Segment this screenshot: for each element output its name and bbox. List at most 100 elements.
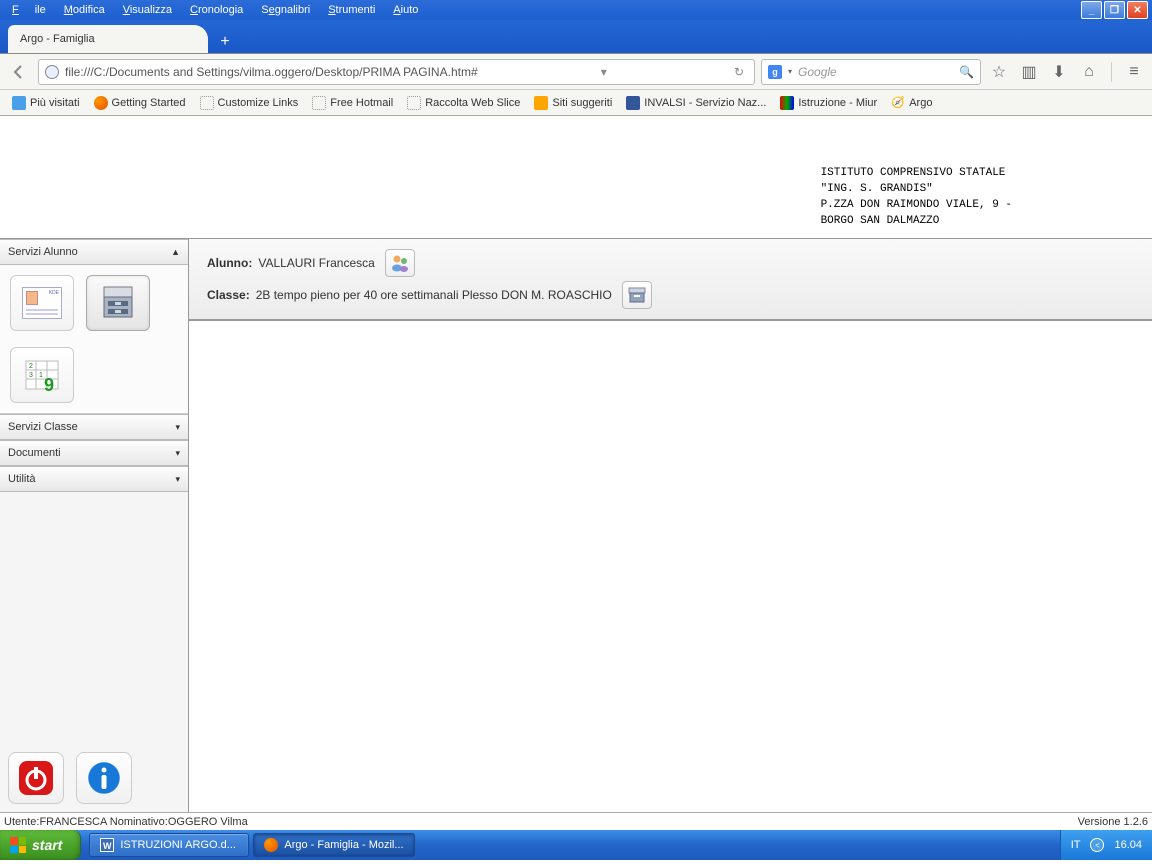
tray-language[interactable]: IT [1071, 839, 1081, 851]
tile-archivio[interactable] [86, 275, 150, 331]
svg-text:1: 1 [39, 372, 43, 379]
menu-view[interactable]: Visualizza [115, 2, 180, 18]
search-engine-dropdown-icon[interactable]: ▾ [788, 67, 792, 76]
info-icon [85, 759, 123, 797]
svg-text:9: 9 [44, 375, 54, 395]
logout-button[interactable] [8, 752, 64, 804]
school-line4: BORGO SAN DALMAZZO [821, 214, 1012, 230]
bookmark-star-icon[interactable]: ☆ [987, 60, 1011, 84]
school-info: ISTITUTO COMPRENSIVO STATALE "ING. S. GR… [821, 166, 1012, 230]
url-bar[interactable]: file:///C:/Documents and Settings/vilma.… [38, 59, 755, 85]
menu-hamburger-icon[interactable]: ≡ [1122, 60, 1146, 84]
menu-bookmarks[interactable]: Segnalibri [253, 2, 318, 18]
bookmark-most-visited[interactable]: Più visitati [6, 94, 86, 112]
back-button[interactable] [6, 59, 32, 85]
home-icon[interactable]: ⌂ [1077, 60, 1101, 84]
label-classe: Classe: [207, 288, 250, 302]
system-tray: IT < 16.04 [1060, 830, 1152, 860]
windows-taskbar: start W ISTRUZIONI ARGO.d... Argo - Fami… [0, 830, 1152, 860]
svg-text:2: 2 [29, 363, 33, 370]
sidebar-section-alunno[interactable]: Servizi Alunno▲ [0, 239, 188, 265]
page-content: ISTITUTO COMPRENSIVO STATALE "ING. S. GR… [0, 116, 1152, 830]
google-search-icon: g [768, 65, 782, 79]
suggested-icon [534, 96, 548, 110]
taskbar-item-firefox[interactable]: Argo - Famiglia - Mozil... [253, 833, 414, 857]
site-icon [626, 96, 640, 110]
downloads-icon[interactable]: ⬇ [1047, 60, 1071, 84]
sidebar-section-utilita[interactable]: Utilità▾ [0, 466, 188, 492]
separator [1111, 62, 1112, 82]
library-icon[interactable]: ▥ [1017, 60, 1041, 84]
navigation-toolbar: file:///C:/Documents and Settings/vilma.… [0, 54, 1152, 90]
row-classe: Classe: 2B tempo pieno per 40 ore settim… [207, 279, 1134, 311]
browser-tab[interactable]: Argo - Famiglia [8, 25, 208, 53]
change-student-button[interactable] [385, 249, 415, 277]
school-line3: P.ZZA DON RAIMONDO VIALE, 9 - [821, 198, 1012, 214]
bookmark-webslice[interactable]: Raccolta Web Slice [401, 94, 526, 112]
firefox-icon [264, 838, 278, 852]
bookmark-argo[interactable]: 🧭Argo [885, 94, 938, 112]
bookmarks-toolbar: Più visitati Getting Started Customize L… [0, 90, 1152, 116]
search-go-icon[interactable]: 🔍 [959, 65, 974, 79]
bookmark-getting-started[interactable]: Getting Started [88, 94, 192, 112]
page-icon [312, 96, 326, 110]
start-button[interactable]: start [0, 830, 81, 860]
menu-help[interactable]: Aiuto [385, 2, 426, 18]
page-header: ISTITUTO COMPRENSIVO STATALE "ING. S. GR… [0, 116, 1152, 238]
tray-clock[interactable]: 16.04 [1114, 839, 1142, 851]
sidebar-bottom-buttons [0, 744, 188, 812]
school-line1: ISTITUTO COMPRENSIVO STATALE [821, 166, 1012, 182]
sidebar-section-alunno-content: KDE [0, 265, 188, 414]
tab-strip: Argo - Famiglia + [0, 20, 1152, 54]
search-bar[interactable]: g ▾ Google 🔍 [761, 59, 981, 85]
page-icon [200, 96, 214, 110]
power-icon [17, 759, 55, 797]
taskbar-item-word[interactable]: W ISTRUZIONI ARGO.d... [89, 833, 249, 857]
tray-expand-icon[interactable]: < [1090, 838, 1104, 852]
bookmark-siti-suggeriti[interactable]: Siti suggeriti [528, 94, 618, 112]
url-text: file:///C:/Documents and Settings/vilma.… [65, 65, 478, 79]
tile-voti[interactable]: 2 3 1 9 [10, 347, 74, 403]
menu-history[interactable]: Cronologia [182, 2, 251, 18]
menu-tools[interactable]: Strumenti [320, 2, 383, 18]
tile-anagrafica[interactable]: KDE [10, 275, 74, 331]
expand-down-icon: ▾ [175, 422, 180, 433]
label-alunno: Alunno: [207, 256, 252, 270]
menu-file[interactable]: File [4, 2, 54, 18]
reload-icon[interactable]: ↻ [730, 65, 748, 79]
bookmark-free-hotmail[interactable]: Free Hotmail [306, 94, 399, 112]
info-button[interactable] [76, 752, 132, 804]
svg-text:W: W [103, 841, 112, 851]
app-status-bar: Utente:FRANCESCA Nominativo:OGGERO Vilma… [0, 812, 1152, 830]
id-card-icon: KDE [22, 287, 62, 319]
status-user: Utente:FRANCESCA Nominativo:OGGERO Vilma [4, 816, 248, 828]
search-placeholder: Google [798, 65, 837, 79]
stop-reload-dropdown-icon[interactable]: ▾ [597, 65, 611, 79]
argo-icon: 🧭 [891, 96, 905, 110]
sidebar-section-classe[interactable]: Servizi Classe▾ [0, 414, 188, 440]
maximize-button[interactable]: ❐ [1104, 1, 1125, 19]
firefox-icon [94, 96, 108, 110]
site-icon [780, 96, 794, 110]
new-tab-button[interactable]: + [212, 31, 238, 53]
file-cabinet-icon [98, 283, 138, 323]
bookmark-istruzione[interactable]: Istruzione - Miur [774, 94, 883, 112]
minimize-button[interactable]: _ [1081, 1, 1102, 19]
sidebar-section-documenti[interactable]: Documenti▾ [0, 440, 188, 466]
menu-edit[interactable]: Modifica [56, 2, 113, 18]
people-icon [389, 252, 411, 274]
folder-icon [12, 96, 26, 110]
value-classe: 2B tempo pieno per 40 ore settimanali Pl… [256, 288, 612, 302]
window-controls: _ ❐ ✕ [1081, 1, 1148, 19]
sidebar: Servizi Alunno▲ KDE [0, 239, 189, 812]
bookmark-customize-links[interactable]: Customize Links [194, 94, 305, 112]
back-icon [10, 63, 28, 81]
grades-grid-icon: 2 3 1 9 [22, 355, 62, 395]
main-panel: Alunno: VALLAURI Francesca Classe: 2B te… [189, 239, 1152, 812]
tab-title: Argo - Famiglia [20, 33, 95, 45]
archive-box-icon [626, 284, 648, 306]
windows-logo-icon [10, 837, 26, 853]
close-button[interactable]: ✕ [1127, 1, 1148, 19]
bookmark-invalsi[interactable]: INVALSI - Servizio Naz... [620, 94, 772, 112]
change-class-button[interactable] [622, 281, 652, 309]
